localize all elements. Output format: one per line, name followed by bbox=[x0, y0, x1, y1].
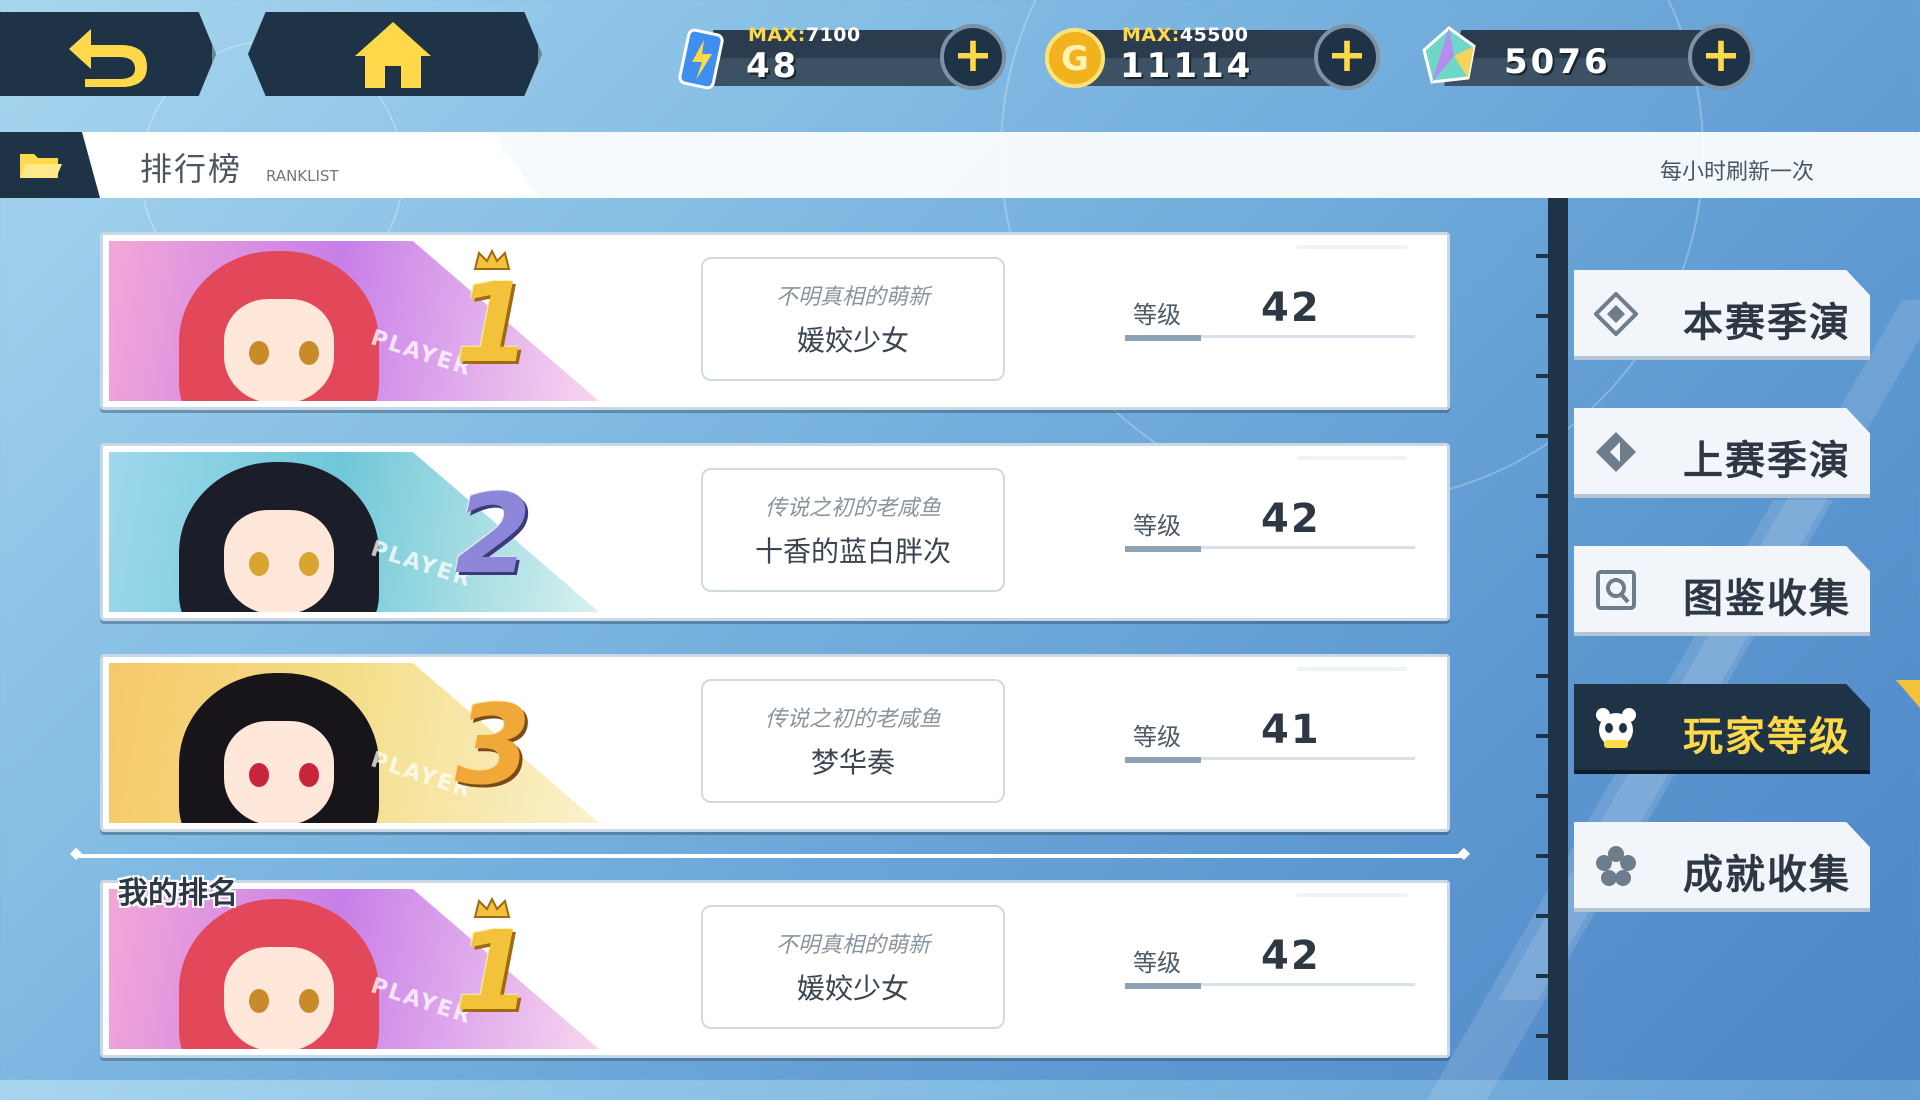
refresh-note: 每小时刷新一次 bbox=[1659, 160, 1814, 185]
add-crystal-button[interactable]: + bbox=[1688, 24, 1754, 90]
level-underline bbox=[1125, 983, 1415, 989]
rank-number: 3 bbox=[454, 681, 532, 809]
energy-resource: MAX:7100 48 + bbox=[666, 22, 1006, 92]
player-name-box: 传说之初的老咸鱼 十香的蓝白胖次 bbox=[701, 468, 1005, 592]
energy-battery-icon bbox=[678, 28, 724, 90]
player-title: 不明真相的萌新 bbox=[775, 285, 930, 310]
rank-number: 1 bbox=[454, 259, 532, 387]
flower-icon bbox=[1596, 846, 1636, 886]
menu-collection-button[interactable]: 图鉴收集 bbox=[1574, 546, 1870, 636]
rank-number: 2 bbox=[454, 470, 532, 598]
back-diamond-icon bbox=[1596, 432, 1636, 472]
svg-text:G: G bbox=[1061, 39, 1089, 79]
level-label: 等级 bbox=[1133, 949, 1181, 977]
row-decoration bbox=[1297, 456, 1407, 460]
level-label: 等级 bbox=[1133, 301, 1181, 329]
level-value: 41 bbox=[1261, 707, 1321, 753]
level-value: 42 bbox=[1261, 496, 1321, 542]
row-decoration bbox=[1297, 893, 1407, 897]
target-diamond-icon bbox=[1594, 292, 1638, 336]
folder-icon bbox=[20, 154, 62, 178]
level-value: 42 bbox=[1261, 933, 1321, 979]
my-rank-row[interactable]: PLAYER 1 不明真相的萌新 媛姣少女 等级 42 bbox=[100, 880, 1450, 1058]
menu-label: 玩家等级 bbox=[1683, 714, 1851, 760]
player-name-box: 不明真相的萌新 媛姣少女 bbox=[701, 257, 1005, 381]
menu-last-season-button[interactable]: 上赛季演武 bbox=[1574, 408, 1870, 498]
menu-current-season-button[interactable]: 本赛季演武 bbox=[1574, 270, 1870, 360]
energy-value: 48 bbox=[746, 46, 800, 86]
player-title: 不明真相的萌新 bbox=[775, 933, 930, 958]
menu-label: 本赛季演武 bbox=[1683, 300, 1851, 404]
level-underline bbox=[1125, 546, 1415, 552]
home-button[interactable] bbox=[248, 12, 542, 96]
rank-row-2[interactable]: PLAYER 2 传说之初的老咸鱼 十香的蓝白胖次 等级 42 bbox=[100, 443, 1450, 621]
page-title: 排行榜 bbox=[140, 150, 243, 188]
book-search-icon bbox=[1596, 570, 1636, 610]
rank-row-1[interactable]: PLAYER 1 不明真相的萌新 媛姣少女 等级 42 bbox=[100, 232, 1450, 410]
menu-player-level-button[interactable]: 玩家等级 bbox=[1574, 684, 1870, 774]
gold-resource: G MAX:45500 11114 + bbox=[1040, 22, 1380, 92]
side-rail-ticks bbox=[1536, 198, 1548, 1080]
row-decoration bbox=[1297, 667, 1407, 671]
add-gold-button[interactable]: + bbox=[1314, 24, 1380, 90]
ranklist-header: 排行榜 RANKLIST 每小时刷新一次 bbox=[0, 132, 1920, 198]
menu-label: 成就收集 bbox=[1683, 852, 1851, 898]
menu-label: 图鉴收集 bbox=[1683, 576, 1851, 622]
side-rail bbox=[1548, 198, 1568, 1080]
player-name: 十香的蓝白胖次 bbox=[754, 535, 951, 568]
panda-icon bbox=[1596, 708, 1636, 748]
gold-value: 11114 bbox=[1120, 46, 1254, 86]
player-name: 媛姣少女 bbox=[796, 324, 909, 357]
add-energy-button[interactable]: + bbox=[940, 24, 1006, 90]
plus-icon: + bbox=[952, 27, 994, 83]
gold-coin-icon: G bbox=[1045, 28, 1105, 88]
my-rank-label: 我的排名 bbox=[118, 876, 238, 911]
rank-number: 1 bbox=[454, 907, 532, 1035]
player-name: 梦华奏 bbox=[810, 746, 895, 779]
back-arrow-icon bbox=[69, 29, 147, 87]
level-underline bbox=[1125, 335, 1415, 341]
level-label: 等级 bbox=[1133, 512, 1181, 540]
level-value: 42 bbox=[1261, 285, 1321, 331]
gold-max: MAX:45500 bbox=[1122, 24, 1249, 46]
plus-icon: + bbox=[1700, 27, 1742, 83]
rank-row-3[interactable]: PLAYER 3 传说之初的老咸鱼 梦华奏 等级 41 bbox=[100, 654, 1450, 832]
header-tab bbox=[60, 132, 540, 198]
player-title: 传说之初的老咸鱼 bbox=[764, 496, 941, 521]
level-underline bbox=[1125, 757, 1415, 763]
row-decoration bbox=[1297, 245, 1407, 249]
player-name: 媛姣少女 bbox=[796, 972, 909, 1005]
player-name-box: 传说之初的老咸鱼 梦华奏 bbox=[701, 679, 1005, 803]
active-indicator bbox=[1896, 680, 1920, 708]
crystal-resource: 5076 + bbox=[1414, 22, 1754, 92]
crystal-gem-icon bbox=[1422, 26, 1476, 84]
crystal-value: 5076 bbox=[1504, 42, 1611, 82]
page-subtitle: RANKLIST bbox=[266, 167, 339, 185]
player-title: 传说之初的老咸鱼 bbox=[764, 707, 941, 732]
level-label: 等级 bbox=[1133, 723, 1181, 751]
player-name-box: 不明真相的萌新 媛姣少女 bbox=[701, 905, 1005, 1029]
my-rank-divider bbox=[70, 843, 1470, 862]
back-button[interactable] bbox=[0, 12, 216, 96]
menu-achievements-button[interactable]: 成就收集 bbox=[1574, 822, 1870, 912]
energy-max: MAX:7100 bbox=[748, 24, 861, 46]
plus-icon: + bbox=[1326, 27, 1368, 83]
home-icon bbox=[355, 22, 431, 88]
